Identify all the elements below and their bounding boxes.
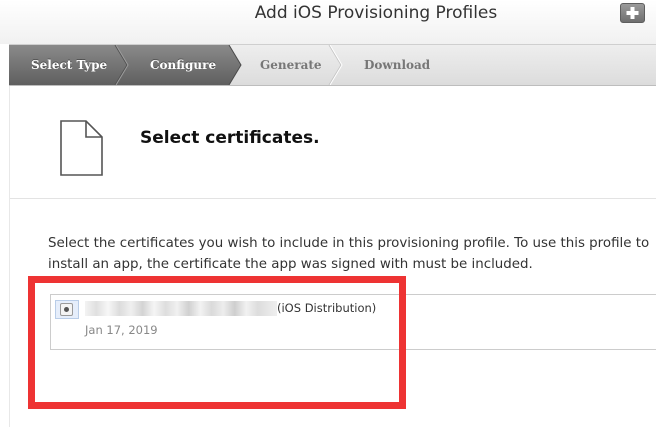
step-download: Download bbox=[364, 58, 431, 72]
redacted-certificate-name bbox=[85, 301, 277, 316]
main-content: Select certificates. Select the certific… bbox=[9, 86, 656, 427]
certificate-type: (iOS Distribution) bbox=[277, 301, 377, 315]
window-title: Add iOS Provisioning Profiles bbox=[254, 3, 498, 23]
window-header: Add iOS Provisioning Profiles bbox=[0, 0, 656, 44]
certificate-list: (iOS Distribution) Jan 17, 2019 bbox=[50, 294, 656, 350]
plus-icon bbox=[626, 7, 639, 19]
certificate-radio-button[interactable] bbox=[60, 303, 73, 316]
instructions-text: Select the certificates you wish to incl… bbox=[48, 236, 650, 272]
step-select-type[interactable]: Select Type bbox=[31, 58, 107, 72]
certificate-date: Jan 17, 2019 bbox=[85, 323, 158, 337]
section-title: Select certificates. bbox=[140, 128, 320, 148]
document-icon bbox=[60, 120, 103, 176]
step-progress-bar: Select Type Configure Generate Download bbox=[9, 44, 656, 86]
step-generate: Generate bbox=[260, 58, 322, 72]
step-configure[interactable]: Configure bbox=[150, 58, 216, 72]
add-profile-button[interactable] bbox=[620, 3, 645, 23]
section-header: Select certificates. bbox=[10, 86, 656, 199]
